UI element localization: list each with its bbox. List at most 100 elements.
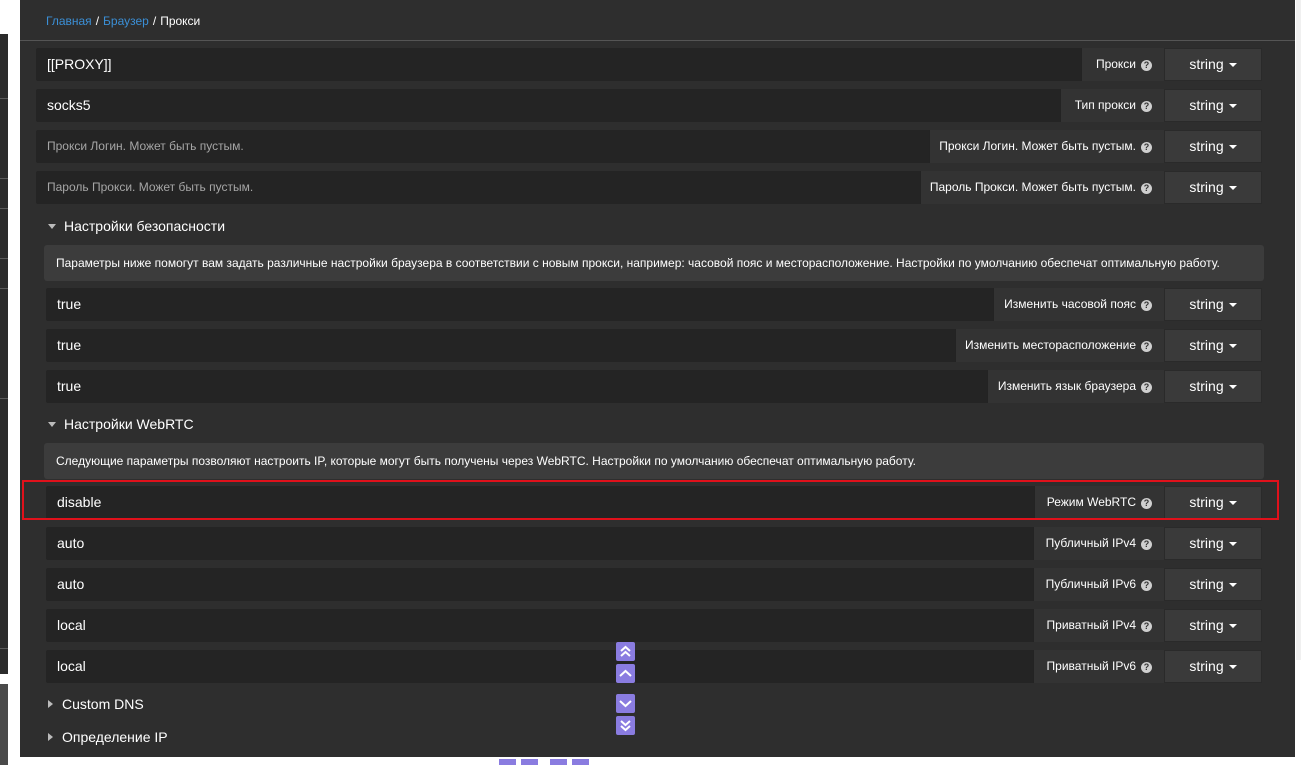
- proxy-label: Прокси?: [1081, 48, 1164, 81]
- help-icon[interactable]: ?: [1141, 621, 1152, 632]
- public-ipv6-field[interactable]: auto: [46, 568, 1034, 601]
- private-ipv6-field[interactable]: local: [46, 650, 1034, 683]
- timezone-label: Изменить часовой пояс?: [993, 288, 1164, 321]
- type-dropdown-button[interactable]: string: [1164, 48, 1262, 81]
- caret-down-icon: [1228, 186, 1237, 190]
- proxy-type-row: socks5 Тип прокси? string: [36, 89, 1262, 122]
- type-dropdown-label: string: [1189, 296, 1224, 312]
- help-icon[interactable]: ?: [1141, 142, 1152, 153]
- security-section-toggle[interactable]: Настройки безопасности: [48, 218, 225, 234]
- help-icon[interactable]: ?: [1141, 300, 1152, 311]
- breadcrumb-browser[interactable]: Браузер: [103, 14, 149, 28]
- type-dropdown-label: string: [1189, 56, 1224, 72]
- type-dropdown-button[interactable]: string: [1164, 527, 1262, 560]
- help-icon[interactable]: ?: [1141, 580, 1152, 591]
- browser-language-field[interactable]: true: [46, 370, 988, 403]
- timezone-row: true Изменить часовой пояс? string: [46, 288, 1262, 321]
- caret-down-icon: [1228, 665, 1237, 669]
- caret-down-icon: [1228, 303, 1237, 307]
- location-row: true Изменить месторасположение? string: [46, 329, 1262, 362]
- type-dropdown-button[interactable]: string: [1164, 370, 1262, 403]
- help-icon[interactable]: ?: [1141, 382, 1152, 393]
- custom-dns-section-toggle[interactable]: Custom DNS: [48, 696, 144, 712]
- public-ipv4-label: Публичный IPv4?: [1033, 527, 1164, 560]
- proxy-label-text: Прокси: [1095, 57, 1136, 71]
- scroll-top-icon[interactable]: [616, 642, 635, 661]
- webrtc-info-box: Следующие параметры позволяют настроить …: [44, 443, 1264, 479]
- type-dropdown-label: string: [1189, 617, 1224, 633]
- settings-panel: Главная / Браузер / Прокси [[PROXY]] Прокси?…: [20, 0, 1295, 757]
- left-bottom-block: [0, 684, 8, 765]
- type-dropdown-label: string: [1189, 535, 1224, 551]
- type-dropdown-button[interactable]: string: [1164, 609, 1262, 642]
- triangle-down-icon: [48, 224, 56, 229]
- help-icon[interactable]: ?: [1141, 101, 1152, 112]
- scroll-bottom-icon[interactable]: [616, 716, 635, 735]
- proxy-login-field[interactable]: Прокси Логин. Может быть пустым.: [36, 130, 930, 163]
- type-dropdown-button[interactable]: string: [1164, 568, 1262, 601]
- proxy-password-label: Пароль Прокси. Может быть пустым.?: [920, 171, 1164, 204]
- security-info-box: Параметры ниже помогут вам задать различ…: [44, 245, 1264, 281]
- private-ipv6-row: local Приватный IPv6? string: [46, 650, 1262, 683]
- type-dropdown-label: string: [1189, 658, 1224, 674]
- pager-button[interactable]: [499, 759, 516, 765]
- scroll-down-icon[interactable]: [616, 694, 635, 713]
- help-icon[interactable]: ?: [1141, 60, 1152, 71]
- public-ipv6-row: auto Публичный IPv6? string: [46, 568, 1262, 601]
- caret-down-icon: [1228, 583, 1237, 587]
- caret-down-icon: [1228, 385, 1237, 389]
- help-icon[interactable]: ?: [1141, 183, 1152, 194]
- private-ipv4-field[interactable]: local: [46, 609, 1034, 642]
- private-ipv4-label: Приватный IPv4?: [1033, 609, 1164, 642]
- webrtc-section-title: Настройки WebRTC: [64, 416, 194, 432]
- proxy-password-row: Пароль Прокси. Может быть пустым. Пароль…: [36, 171, 1262, 204]
- proxy-value-field[interactable]: [[PROXY]]: [36, 48, 1082, 81]
- pager-button[interactable]: [572, 759, 589, 765]
- webrtc-section-toggle[interactable]: Настройки WebRTC: [48, 416, 194, 432]
- browser-language-row: true Изменить язык браузера? string: [46, 370, 1262, 403]
- caret-down-icon: [1228, 344, 1237, 348]
- left-divider: [0, 258, 8, 259]
- public-ipv6-label-text: Публичный IPv6: [1045, 577, 1136, 591]
- proxy-login-label: Прокси Логин. Может быть пустым.?: [929, 130, 1164, 163]
- private-ipv6-label-text: Приватный IPv6: [1046, 659, 1136, 673]
- left-divider: [0, 98, 8, 99]
- triangle-right-icon: [48, 733, 53, 741]
- left-sidebar-edge: [0, 34, 8, 674]
- help-icon[interactable]: ?: [1141, 341, 1152, 352]
- caret-down-icon: [1228, 145, 1237, 149]
- proxy-row: [[PROXY]] Прокси? string: [36, 48, 1262, 81]
- type-dropdown-label: string: [1189, 337, 1224, 353]
- breadcrumb-home[interactable]: Главная: [46, 14, 92, 28]
- proxy-login-row: Прокси Логин. Может быть пустым. Прокси …: [36, 130, 1262, 163]
- location-field[interactable]: true: [46, 329, 956, 362]
- custom-dns-section-title: Custom DNS: [62, 696, 144, 712]
- pager-button[interactable]: [521, 759, 538, 765]
- type-dropdown-button[interactable]: string: [1164, 288, 1262, 321]
- ip-detection-section-toggle[interactable]: Определение IP: [48, 729, 168, 745]
- security-section-title: Настройки безопасности: [64, 218, 226, 234]
- proxy-type-field[interactable]: socks5: [36, 89, 1061, 122]
- caret-down-icon: [1228, 63, 1237, 67]
- left-divider: [0, 398, 8, 399]
- help-icon[interactable]: ?: [1141, 662, 1152, 673]
- proxy-type-label: Тип прокси?: [1060, 89, 1164, 122]
- breadcrumb: Главная / Браузер / Прокси: [46, 14, 200, 28]
- caret-down-icon: [1228, 624, 1237, 628]
- type-dropdown-button[interactable]: string: [1164, 329, 1262, 362]
- help-icon[interactable]: ?: [1141, 539, 1152, 550]
- proxy-type-label-text: Тип прокси: [1074, 98, 1136, 112]
- left-divider: [0, 648, 8, 649]
- public-ipv4-field[interactable]: auto: [46, 527, 1034, 560]
- pager-button[interactable]: [550, 759, 567, 765]
- page-scrollbar[interactable]: [1296, 0, 1301, 660]
- timezone-field[interactable]: true: [46, 288, 994, 321]
- type-dropdown-button[interactable]: string: [1164, 650, 1262, 683]
- triangle-down-icon: [48, 422, 56, 427]
- type-dropdown-button[interactable]: string: [1164, 130, 1262, 163]
- proxy-password-field[interactable]: Пароль Прокси. Может быть пустым.: [36, 171, 921, 204]
- type-dropdown-button[interactable]: string: [1164, 89, 1262, 122]
- type-dropdown-button[interactable]: string: [1164, 171, 1262, 204]
- scroll-up-icon[interactable]: [616, 664, 635, 683]
- browser-language-label: Изменить язык браузера?: [987, 370, 1164, 403]
